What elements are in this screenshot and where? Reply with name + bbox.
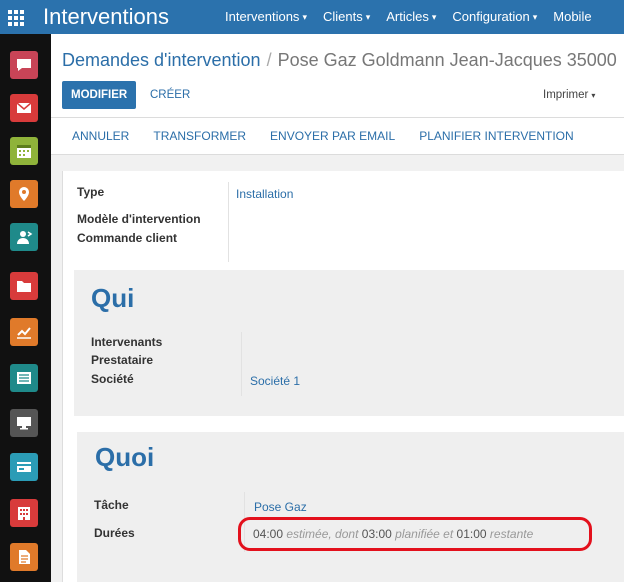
app-sidebar [0, 34, 51, 582]
edit-button[interactable]: MODIFIER [62, 81, 137, 109]
breadcrumb-separator: / [266, 50, 272, 70]
menu-mobile[interactable]: Mobile [553, 0, 594, 34]
menu-label: Articles [386, 9, 429, 24]
type-value[interactable]: Installation [236, 187, 293, 201]
card-icon[interactable] [10, 453, 38, 481]
mail-icon[interactable] [10, 94, 38, 122]
top-navbar: Interventions Interventions ▾ Clients ▾ Ar… [0, 0, 624, 34]
apps-grid-icon[interactable] [8, 10, 24, 26]
tache-value[interactable]: Pose Gaz [254, 500, 307, 514]
print-label: Imprimer [543, 89, 589, 101]
societe-label: Société [91, 372, 134, 386]
breadcrumb-parent[interactable]: Demandes d'intervention [62, 50, 261, 70]
folder-icon[interactable] [10, 272, 38, 300]
menu-label: Interventions [225, 9, 300, 24]
quoi-title: Quoi [95, 442, 155, 472]
menu-clients[interactable]: Clients ▾ [323, 0, 370, 34]
societe-value[interactable]: Société 1 [250, 374, 300, 388]
chevron-down-icon: ▾ [532, 12, 538, 22]
menu-articles[interactable]: Articles ▾ [386, 0, 436, 34]
menu-label: Mobile [553, 9, 592, 24]
model-label: Modèle d'intervention [77, 212, 201, 226]
chevron-down-icon: ▾ [302, 12, 307, 22]
send-email-button[interactable]: ENVOYER PAR EMAIL [270, 129, 395, 143]
quoi-group [77, 432, 624, 582]
transform-button[interactable]: TRANSFORMER [153, 129, 246, 143]
cancel-button[interactable]: ANNULER [72, 129, 129, 143]
breadcrumb: Demandes d'intervention / Pose Gaz Goldman… [62, 50, 617, 71]
chart-icon[interactable] [10, 318, 38, 346]
calendar-icon[interactable] [10, 137, 38, 165]
intervenants-label: Intervenants [91, 335, 163, 349]
status-bar: ANNULER TRANSFORMER ENVOYER PAR EMAIL PL… [51, 118, 624, 154]
highlight-annotation [238, 517, 592, 551]
app-title: Interventions [43, 4, 169, 29]
menu-label: Clients [322, 9, 363, 24]
menu-interventions[interactable]: Interventions ▾ [225, 0, 307, 34]
menu-label: Configuration [452, 9, 530, 24]
tache-label: Tâche [94, 498, 129, 512]
print-dropdown[interactable]: Imprimer ▾ [543, 89, 595, 101]
monitor-icon[interactable] [10, 409, 38, 437]
prestataire-label: Prestataire [91, 353, 154, 367]
map-pin-icon[interactable] [10, 180, 38, 208]
field-divider [241, 332, 242, 396]
newspaper-icon[interactable] [10, 364, 38, 392]
chevron-down-icon: ▾ [365, 12, 371, 22]
qui-title: Qui [91, 283, 135, 313]
create-button[interactable]: CRÉER [150, 81, 190, 109]
chat-icon[interactable] [10, 51, 38, 79]
menu-configuration[interactable]: Configuration ▾ [452, 0, 537, 34]
building-icon[interactable] [10, 499, 38, 527]
field-divider [228, 182, 229, 262]
breadcrumb-current: Pose Gaz Goldmann Jean-Jacques 35000 [277, 50, 617, 70]
contacts-icon[interactable] [10, 223, 38, 251]
durees-label: Durées [94, 526, 135, 540]
main-menu: Interventions ▾ Clients ▾ Articles ▾ Config… [225, 0, 611, 34]
document-icon[interactable] [10, 543, 38, 571]
chevron-down-icon: ▾ [431, 12, 437, 22]
order-label: Commande client [77, 231, 178, 245]
type-label: Type [77, 185, 105, 199]
plan-intervention-button[interactable]: PLANIFIER INTERVENTION [419, 129, 573, 143]
chevron-down-icon: ▾ [591, 91, 596, 100]
